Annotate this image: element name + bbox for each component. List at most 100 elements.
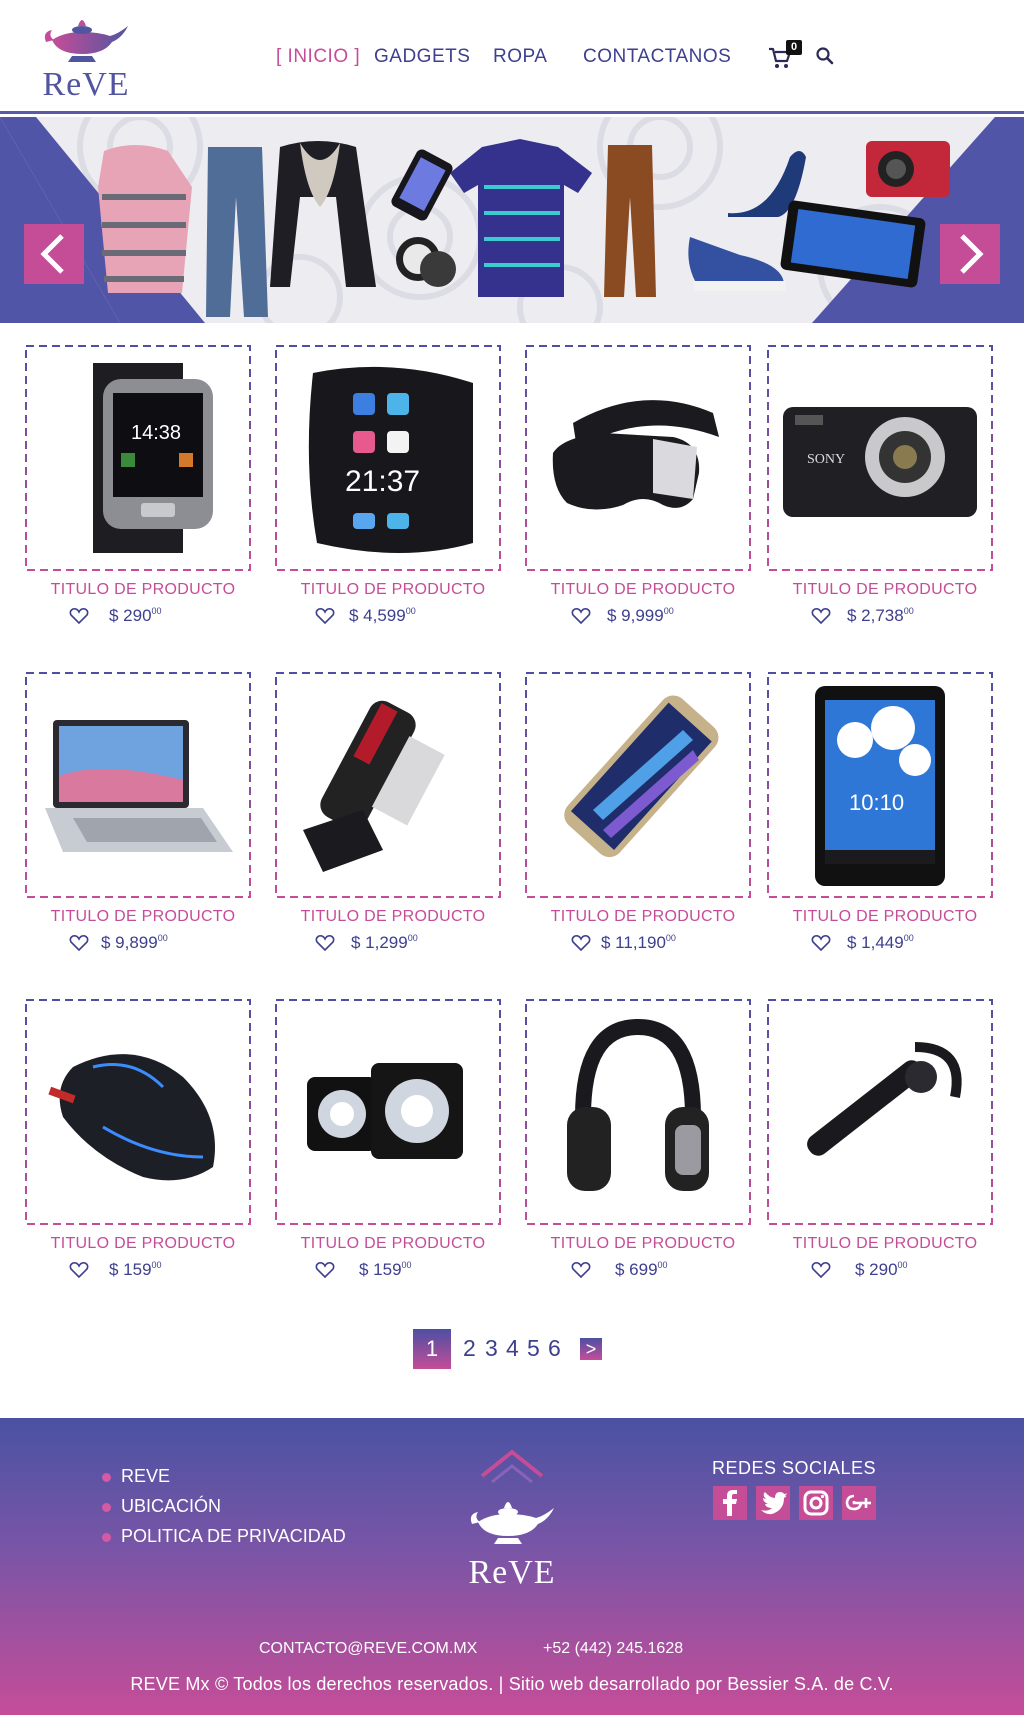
google-plus-icon: [845, 1494, 871, 1511]
heart-icon[interactable]: [315, 607, 335, 625]
facebook-link[interactable]: [713, 1486, 747, 1520]
heart-icon[interactable]: [811, 934, 831, 952]
heart-icon[interactable]: [571, 1261, 591, 1279]
heart-icon[interactable]: [69, 1261, 89, 1279]
product-title[interactable]: TITULO DE PRODUCTO: [275, 908, 511, 926]
flexible-phone-image: 21:37: [308, 366, 473, 553]
product-title[interactable]: TITULO DE PRODUCTO: [525, 581, 761, 599]
svg-text:21:37: 21:37: [345, 465, 420, 498]
hero-prev-button[interactable]: [24, 224, 84, 284]
reve-logo[interactable]: ReVE: [38, 12, 134, 104]
product-card[interactable]: 10:10 TITULO DE PRODUCTO $ 1,44900: [767, 672, 1003, 972]
product-card[interactable]: 21:37 TITULO DE PRODUCTO $ 4,59900: [275, 345, 511, 645]
google-plus-link[interactable]: [842, 1486, 876, 1520]
hero-banner-artwork: [0, 117, 1024, 323]
product-card[interactable]: TITULO DE PRODUCTO $ 9,89900: [25, 672, 261, 972]
footer-link-ubicacion[interactable]: UBICACIÓN: [102, 1496, 362, 1526]
product-title[interactable]: TITULO DE PRODUCTO: [275, 581, 511, 599]
product-card[interactable]: TITULO DE PRODUCTO $ 29000: [767, 999, 1003, 1299]
heart-icon[interactable]: [315, 934, 335, 952]
contact-phone[interactable]: +52 (442) 245.1628: [543, 1640, 683, 1658]
instagram-link[interactable]: [799, 1486, 833, 1520]
heart-icon[interactable]: [315, 1261, 335, 1279]
product-card[interactable]: 14:38 TITULO DE PRODUCTO $ 29000: [25, 345, 261, 645]
site-footer: REVE UBICACIÓN POLITICA DE PRIVACIDAD Re…: [0, 1418, 1024, 1715]
product-card[interactable]: SONY TITULO DE PRODUCTO $ 2,73800: [767, 345, 1003, 645]
product-card[interactable]: TITULO DE PRODUCTO $ 15900: [25, 999, 261, 1299]
vr-headset-image: [552, 400, 719, 510]
product-price: $ 15900: [109, 1260, 162, 1279]
product-title[interactable]: TITULO DE PRODUCTO: [275, 1235, 511, 1253]
twitter-icon: [761, 1492, 787, 1515]
instagram-icon: [803, 1490, 829, 1516]
hero-banner: [0, 117, 1024, 323]
product-title[interactable]: TITULO DE PRODUCTO: [25, 581, 261, 599]
footer-link-reve[interactable]: REVE: [102, 1466, 362, 1496]
next-page-button[interactable]: >: [580, 1338, 602, 1360]
page-5-link[interactable]: 5: [527, 1335, 540, 1362]
nav-item-ropa[interactable]: ROPA: [493, 46, 547, 68]
page-1-current[interactable]: 1: [413, 1329, 451, 1369]
nav-item-contactanos[interactable]: CONTACTANOS: [583, 46, 731, 68]
page-2-link[interactable]: 2: [463, 1335, 476, 1362]
camera-image: SONY: [783, 407, 977, 517]
heart-icon[interactable]: [69, 934, 89, 952]
product-title[interactable]: TITULO DE PRODUCTO: [767, 581, 1003, 599]
product-title[interactable]: TITULO DE PRODUCTO: [25, 908, 261, 926]
footer-logo-wordmark: ReVE: [468, 1554, 556, 1591]
heart-icon[interactable]: [571, 607, 591, 625]
svg-text:14:38: 14:38: [131, 422, 181, 444]
chevron-left-icon: [40, 234, 64, 274]
product-price: $ 29000: [855, 1260, 908, 1279]
heart-icon[interactable]: [811, 607, 831, 625]
product-title[interactable]: TITULO DE PRODUCTO: [767, 1235, 1003, 1253]
heart-icon[interactable]: [69, 607, 89, 625]
bullet: [102, 1533, 111, 1542]
heart-icon[interactable]: [811, 1261, 831, 1279]
product-price: $ 1,44900: [847, 933, 914, 952]
magic-lamp-icon: [44, 20, 128, 62]
product-title[interactable]: TITULO DE PRODUCTO: [25, 1235, 261, 1253]
svg-text:10:10: 10:10: [849, 790, 904, 815]
contact-email[interactable]: CONTACTO@REVE.COM.MX: [259, 1640, 477, 1658]
site-header: ReVE [ INICIO ] GADGETS ROPA CONTACTANOS…: [0, 0, 1024, 114]
twitter-link[interactable]: [756, 1486, 790, 1520]
hero-next-button[interactable]: [940, 224, 1000, 284]
usb-drive-image: [303, 700, 445, 872]
product-price: $ 29000: [109, 606, 162, 625]
cart-button[interactable]: 0: [768, 40, 802, 72]
product-card[interactable]: TITULO DE PRODUCTO $ 11,19000: [525, 672, 761, 972]
product-price: $ 2,73800: [847, 606, 914, 625]
heart-icon[interactable]: [571, 934, 591, 952]
smartwatch-image: 14:38: [93, 363, 213, 553]
product-card[interactable]: TITULO DE PRODUCTO $ 69900: [525, 999, 761, 1299]
product-card[interactable]: TITULO DE PRODUCTO $ 9,99900: [525, 345, 761, 645]
product-title[interactable]: TITULO DE PRODUCTO: [767, 908, 1003, 926]
headphones-image: [567, 1018, 709, 1191]
copyright-text: REVE Mx © Todos los derechos reservados.…: [130, 1674, 894, 1694]
page-6-link[interactable]: 6: [548, 1335, 561, 1362]
product-title[interactable]: TITULO DE PRODUCTO: [525, 908, 761, 926]
svg-text:SONY: SONY: [807, 452, 845, 467]
facebook-icon: [723, 1490, 737, 1516]
page-3-link[interactable]: 3: [485, 1335, 498, 1362]
product-price: $ 9,89900: [101, 933, 168, 952]
gaming-mouse-image: [48, 1054, 216, 1181]
pagination: 1 2 3 4 5 6 >: [413, 1329, 613, 1369]
product-price: $ 4,59900: [349, 606, 416, 625]
product-title[interactable]: TITULO DE PRODUCTO: [525, 1235, 761, 1253]
footer-logo[interactable]: ReVE: [462, 1442, 562, 1602]
footer-link-privacidad[interactable]: POLITICA DE PRIVACIDAD: [102, 1526, 362, 1556]
product-card[interactable]: TITULO DE PRODUCTO $ 1,29900: [275, 672, 511, 972]
product-card[interactable]: TITULO DE PRODUCTO $ 15900: [275, 999, 511, 1299]
smartphone-image: [564, 695, 719, 858]
product-price: $ 1,29900: [351, 933, 418, 952]
nav-item-gadgets[interactable]: GADGETS: [374, 46, 470, 68]
page-4-link[interactable]: 4: [506, 1335, 519, 1362]
search-button[interactable]: [815, 46, 835, 66]
laptop-image: [45, 720, 233, 852]
tablet-image: 10:10: [815, 686, 945, 886]
bullet: [102, 1503, 111, 1512]
nav-item-inicio[interactable]: [ INICIO ]: [276, 46, 360, 68]
search-icon: [816, 47, 834, 65]
